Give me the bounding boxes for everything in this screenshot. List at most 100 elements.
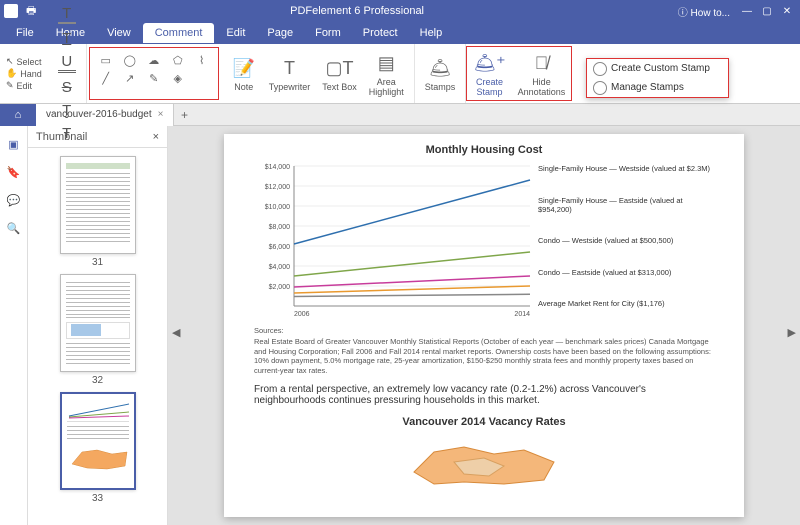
legend-entry: Condo — Eastside (valued at $313,000) bbox=[538, 268, 714, 277]
polygon-icon[interactable]: ⬠ bbox=[170, 52, 186, 68]
create-stamp-menu: Create Custom Stamp Manage Stamps bbox=[586, 58, 729, 98]
note-icon: 📝 bbox=[233, 55, 255, 81]
sources: Sources: Real Estate Board of Greater Va… bbox=[254, 326, 714, 376]
thumbnails-icon[interactable]: ▣ bbox=[6, 136, 22, 152]
menu-help[interactable]: Help bbox=[410, 24, 453, 42]
hand-icon: ✋ bbox=[6, 68, 17, 79]
stamp-icon: 🛎 bbox=[429, 55, 452, 81]
line-icon[interactable]: ╱ bbox=[98, 70, 114, 86]
typewriter-button[interactable]: TTypewriter bbox=[263, 46, 317, 101]
tab-close-icon[interactable]: × bbox=[158, 109, 164, 120]
create-stamp-icon: 🛎⁺ bbox=[473, 50, 505, 76]
highlight-tool[interactable]: T bbox=[58, 5, 76, 24]
app-logo-icon bbox=[4, 4, 18, 18]
create-stamp-button[interactable]: 🛎⁺Create Stamp bbox=[467, 47, 511, 100]
thumbnail-header: Thumbnail × bbox=[28, 126, 167, 148]
menu-comment[interactable]: Comment bbox=[143, 23, 215, 43]
svg-text:$8,000: $8,000 bbox=[269, 224, 291, 231]
menu-page[interactable]: Page bbox=[257, 24, 303, 42]
legend-entry: Condo — Westside (valued at $500,500) bbox=[538, 236, 714, 245]
howto-link[interactable]: ⓘ How to... bbox=[678, 4, 730, 19]
cursor-icon: ↖ bbox=[6, 56, 14, 67]
menu-edit[interactable]: Edit bbox=[216, 24, 255, 42]
menu-file[interactable]: File bbox=[6, 24, 44, 42]
caret-insert-tool[interactable]: T̬ bbox=[58, 102, 76, 119]
note-button[interactable]: 📝Note bbox=[225, 46, 263, 101]
area-highlight-icon: ▤ bbox=[378, 50, 395, 76]
print-icon[interactable]: 🖶 bbox=[26, 2, 36, 21]
new-tab-button[interactable]: + bbox=[174, 108, 194, 122]
body-text: From a rental perspective, an extremely … bbox=[254, 384, 714, 406]
search-icon[interactable]: 🔍 bbox=[6, 220, 22, 236]
typewriter-icon: T bbox=[284, 55, 295, 81]
edit-tool[interactable]: ✎Edit bbox=[6, 80, 42, 91]
replace-text-tool[interactable]: Ŧ bbox=[58, 125, 76, 142]
svg-text:$4,000: $4,000 bbox=[269, 264, 291, 271]
minimize-button[interactable]: — bbox=[738, 3, 756, 19]
comments-icon[interactable]: 💬 bbox=[6, 192, 22, 208]
menu-protect[interactable]: Protect bbox=[353, 24, 408, 42]
stamp-box: 🛎⁺Create Stamp 👁̸Hide Annotations bbox=[466, 46, 572, 101]
textbox-icon: ▢T bbox=[326, 55, 354, 81]
document-page: Monthly Housing Cost $2,000 $4,000 $6,000 $… bbox=[224, 134, 744, 517]
maximize-button[interactable]: ▢ bbox=[758, 3, 776, 19]
annotation-buttons: 📝Note TTypewriter ▢TText Box ▤Area Highl… bbox=[221, 44, 415, 103]
selection-tools: ↖Select ✋Hand ✎Edit bbox=[0, 44, 48, 103]
manage-stamps-item[interactable]: Manage Stamps bbox=[587, 78, 728, 97]
stamps-group: 🛎Stamps bbox=[415, 44, 467, 103]
menu-bar: FileHomeViewCommentEditPageFormProtectHe… bbox=[0, 22, 800, 44]
menu-view[interactable]: View bbox=[97, 24, 141, 42]
thumbnail-page[interactable]: 31 bbox=[60, 156, 136, 268]
select-tool[interactable]: ↖Select bbox=[6, 56, 42, 67]
thumbnail-list[interactable]: 31 32 33 bbox=[28, 148, 167, 525]
thumbnail-panel: Thumbnail × 31 32 33 bbox=[28, 126, 168, 525]
vacancy-map bbox=[254, 432, 714, 488]
next-page-arrow[interactable]: ▶ bbox=[788, 326, 796, 339]
prev-page-arrow[interactable]: ◀ bbox=[172, 326, 180, 339]
hide-icon: 👁̸ bbox=[535, 50, 549, 76]
underline-tool[interactable]: T bbox=[58, 30, 76, 47]
shape-tools: ▭ ◯ ☁ ⬠ ⌇ ╱ ↗ ✎ ◈ bbox=[89, 47, 219, 100]
document-tabs: ⌂ vancouver-2016-budget × + bbox=[0, 104, 800, 126]
circle-icon[interactable]: ◯ bbox=[122, 52, 138, 68]
svg-text:$6,000: $6,000 bbox=[269, 244, 291, 251]
connected-line-icon[interactable]: ⌇ bbox=[194, 52, 210, 68]
legend-entry: Single-Family House — Eastside (valued a… bbox=[538, 196, 714, 214]
legend-entry: Single-Family House — Westside (valued a… bbox=[538, 164, 714, 173]
thumbnail-page[interactable]: 32 bbox=[60, 274, 136, 386]
pencil-icon: ✎ bbox=[6, 80, 14, 91]
stamps-button[interactable]: 🛎Stamps bbox=[419, 53, 462, 94]
rectangle-icon[interactable]: ▭ bbox=[98, 52, 114, 68]
title-bar: 🖶 PDFelement 6 Professional ⓘ How to... … bbox=[0, 0, 800, 22]
textbox-button[interactable]: ▢TText Box bbox=[316, 46, 363, 101]
pencil-draw-icon[interactable]: ✎ bbox=[146, 70, 162, 86]
thumbnail-close-icon[interactable]: × bbox=[153, 131, 159, 143]
thumbnail-page[interactable]: 33 bbox=[60, 392, 136, 504]
app-title: PDFelement 6 Professional bbox=[36, 5, 677, 17]
cloud-icon[interactable]: ☁ bbox=[146, 52, 162, 68]
eraser-icon[interactable]: ◈ bbox=[170, 70, 186, 86]
vacancy-subtitle: Vancouver 2014 Vacancy Rates bbox=[254, 416, 714, 428]
chart-title: Monthly Housing Cost bbox=[254, 144, 714, 156]
thumbnail-page-number: 31 bbox=[92, 257, 103, 268]
strikethrough-tool[interactable]: S bbox=[58, 79, 76, 96]
arrow-icon[interactable]: ↗ bbox=[122, 70, 138, 86]
close-button[interactable]: ✕ bbox=[778, 3, 796, 19]
thumbnail-page-number: 32 bbox=[92, 375, 103, 386]
svg-text:$14,000: $14,000 bbox=[265, 164, 290, 171]
text-annotation-tools: T T U S T̬ Ŧ bbox=[48, 44, 87, 103]
home-tab-button[interactable]: ⌂ bbox=[0, 104, 36, 126]
menu-form[interactable]: Form bbox=[305, 24, 351, 42]
document-viewer[interactable]: ◀ ▶ Monthly Housing Cost $2,000 $4,000 $6,… bbox=[168, 126, 800, 525]
svg-text:$2,000: $2,000 bbox=[269, 284, 291, 291]
create-custom-stamp-item[interactable]: Create Custom Stamp bbox=[587, 59, 728, 78]
svg-text:$10,000: $10,000 bbox=[265, 204, 290, 211]
double-underline-tool[interactable]: U bbox=[58, 53, 76, 73]
svg-text:2006: 2006 bbox=[294, 311, 310, 318]
hide-annotations-button[interactable]: 👁̸Hide Annotations bbox=[512, 47, 572, 100]
area-highlight-button[interactable]: ▤Area Highlight bbox=[363, 46, 410, 101]
bookmarks-icon[interactable]: 🔖 bbox=[6, 164, 22, 180]
svg-text:2014: 2014 bbox=[514, 311, 530, 318]
hand-tool[interactable]: ✋Hand bbox=[6, 68, 42, 79]
sidebar-iconbar: ▣ 🔖 💬 🔍 bbox=[0, 126, 28, 525]
